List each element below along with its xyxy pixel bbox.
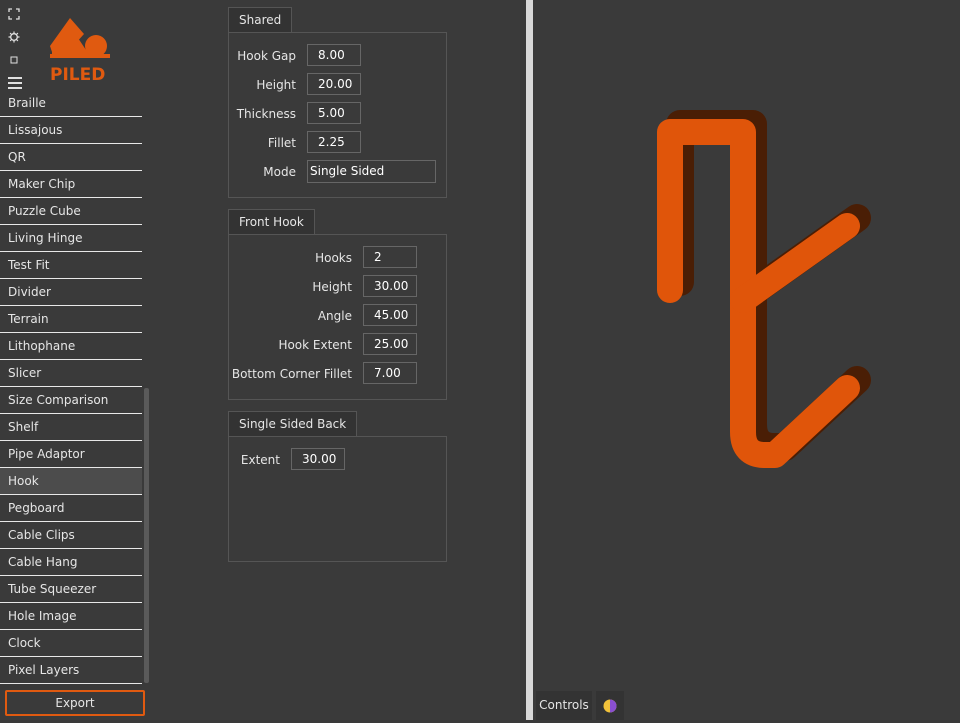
mode-select[interactable]: Single Sided — [307, 160, 436, 183]
fullscreen-icon[interactable] — [8, 8, 20, 20]
menu-toggle-icon[interactable] — [8, 77, 22, 89]
menu-item-maker-chip[interactable]: Maker Chip — [0, 171, 142, 198]
mode-label: Mode — [263, 165, 296, 179]
window-icon[interactable] — [8, 54, 20, 66]
menu-item-lithophane[interactable]: Lithophane — [0, 333, 142, 360]
menu-item-living-hinge[interactable]: Living Hinge — [0, 225, 142, 252]
menu-item-shelf[interactable]: Shelf — [0, 414, 142, 441]
hooks-input[interactable]: 2 — [363, 246, 417, 268]
top-icons — [8, 8, 22, 77]
menu-item-size-comparison[interactable]: Size Comparison — [0, 387, 142, 414]
angle-input[interactable]: 45.00 — [363, 304, 417, 326]
fillet-label: Fillet — [267, 136, 296, 150]
tab-shared[interactable]: Shared — [228, 7, 293, 33]
height-input[interactable]: 20.00 — [307, 73, 361, 95]
menu-item-slicer[interactable]: Slicer — [0, 360, 142, 387]
menu-item-cable-hang[interactable]: Cable Hang — [0, 549, 142, 576]
front-height-label: Height — [312, 280, 352, 294]
sidebar: PILED Braille Lissajous QR Maker Chip Pu… — [0, 0, 152, 720]
bottom-corner-fillet-label: Bottom Corner Fillet — [231, 367, 352, 381]
panel-splitter[interactable] — [526, 0, 533, 720]
menu-item-test-fit[interactable]: Test Fit — [0, 252, 142, 279]
hook-gap-input[interactable]: 8.00 — [307, 44, 361, 66]
menu-item-terrain[interactable]: Terrain — [0, 306, 142, 333]
menu-item-braille[interactable]: Braille — [0, 90, 142, 117]
menu-item-hole-image[interactable]: Hole Image — [0, 603, 142, 630]
piled-logo: PILED — [48, 16, 114, 86]
menu-scrollbar[interactable] — [143, 90, 150, 686]
menu-item-clock[interactable]: Clock — [0, 630, 142, 657]
tab-single-sided-back[interactable]: Single Sided Back — [228, 411, 358, 437]
tab-front-hook[interactable]: Front Hook — [228, 209, 315, 235]
height-label: Height — [256, 78, 296, 92]
hooks-label: Hooks — [315, 251, 352, 265]
front-hook-group: Hooks 2 Height 30.00 Angle 45.00 Hook Ex… — [228, 234, 447, 400]
3d-viewport[interactable] — [533, 0, 960, 720]
settings-icon[interactable] — [8, 31, 20, 43]
hook-gap-label: Hook Gap — [237, 49, 296, 63]
svg-text:PILED: PILED — [50, 65, 105, 85]
menu-item-pixel-layers[interactable]: Pixel Layers — [0, 657, 142, 684]
menu-item-puzzle-cube[interactable]: Puzzle Cube — [0, 198, 142, 225]
thickness-label: Thickness — [236, 107, 296, 121]
controls-button[interactable]: Controls — [536, 691, 592, 720]
export-button[interactable]: Export — [5, 690, 145, 716]
shared-group: Hook Gap 8.00 Height 20.00 Thickness 5.0… — [228, 32, 447, 198]
menu-item-divider[interactable]: Divider — [0, 279, 142, 306]
model-menu: Braille Lissajous QR Maker Chip Puzzle C… — [0, 90, 142, 684]
single-sided-back-group: Extent 30.00 — [228, 436, 447, 562]
hook-extent-input[interactable]: 25.00 — [363, 333, 417, 355]
menu-item-tube-squeezer[interactable]: Tube Squeezer — [0, 576, 142, 603]
theme-toggle-button[interactable] — [596, 691, 624, 720]
thickness-input[interactable]: 5.00 — [307, 102, 361, 124]
extent-input[interactable]: 30.00 — [291, 448, 345, 470]
front-height-input[interactable]: 30.00 — [363, 275, 417, 297]
menu-item-qr[interactable]: QR — [0, 144, 142, 171]
extent-label: Extent — [240, 453, 280, 467]
theme-toggle-icon — [603, 699, 617, 713]
hook-model — [657, 110, 871, 468]
hook-extent-label: Hook Extent — [278, 338, 352, 352]
menu-item-hook[interactable]: Hook — [0, 468, 142, 495]
menu-item-pegboard[interactable]: Pegboard — [0, 495, 142, 522]
bottom-corner-fillet-input[interactable]: 7.00 — [363, 362, 417, 384]
angle-label: Angle — [317, 309, 352, 323]
fillet-input[interactable]: 2.25 — [307, 131, 361, 153]
menu-item-lissajous[interactable]: Lissajous — [0, 117, 142, 144]
menu-item-pipe-adaptor[interactable]: Pipe Adaptor — [0, 441, 142, 468]
menu-scrollbar-thumb[interactable] — [144, 388, 149, 683]
menu-item-cable-clips[interactable]: Cable Clips — [0, 522, 142, 549]
